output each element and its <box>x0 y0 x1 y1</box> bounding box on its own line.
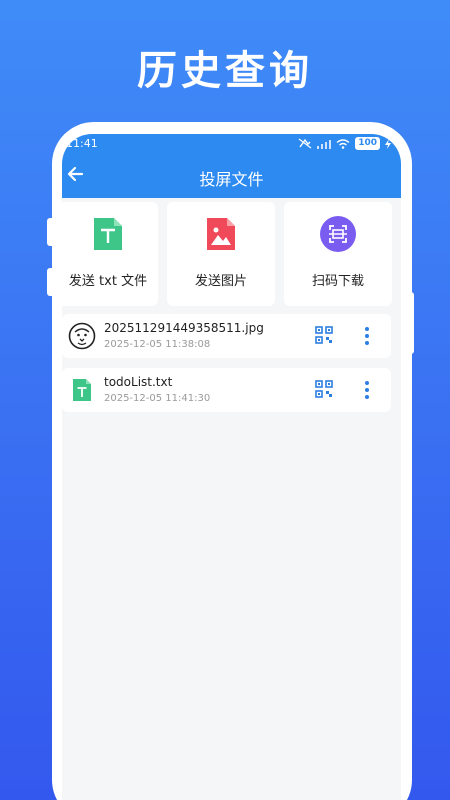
status-time: 11:41 <box>66 137 98 150</box>
scan-icon <box>320 216 356 252</box>
file-list-item[interactable]: todoList.txt 2025-12-05 11:41:30 <box>62 368 391 412</box>
more-options-icon[interactable] <box>362 326 372 346</box>
file-name: 20251129144935851​1.jpg <box>104 321 264 335</box>
scan-download-button[interactable]: 扫码下载 <box>284 202 392 306</box>
page-title: 投屏文件 <box>199 170 264 189</box>
qr-code-icon[interactable] <box>315 380 333 398</box>
send-image-button[interactable]: 发送图片 <box>167 202 275 306</box>
card-label: 扫码下载 <box>311 274 364 289</box>
txt-file-icon <box>73 379 91 401</box>
promo-title: 历史查询 <box>137 48 313 94</box>
card-label: 发送 txt 文件 <box>68 274 148 289</box>
action-cards: 发送 txt 文件 发送图片 扫码下载 <box>62 202 401 306</box>
battery-icon: 100 <box>355 137 380 150</box>
signal-icon <box>317 139 332 149</box>
file-list-item[interactable]: 20251129144935851​1.jpg 2025-12-05 11:38… <box>62 314 391 358</box>
send-txt-button[interactable]: 发送 txt 文件 <box>62 202 158 306</box>
charging-icon <box>385 138 391 149</box>
mute-icon <box>298 138 312 149</box>
wifi-icon <box>336 138 350 149</box>
more-options-icon[interactable] <box>362 380 372 400</box>
status-icons: 100 <box>298 137 391 150</box>
txt-file-icon <box>94 218 122 250</box>
qr-code-icon[interactable] <box>315 326 333 344</box>
file-date: 2025-12-05 11:38:08 <box>104 339 211 350</box>
lion-image-icon <box>68 322 96 350</box>
card-label: 发送图片 <box>194 274 247 289</box>
image-file-icon <box>207 218 235 250</box>
file-date: 2025-12-05 11:41:30 <box>104 393 211 404</box>
app-bar: 11:41 100 投屏文件 <box>62 134 401 198</box>
phone-screen: 11:41 100 投屏文件 发送 txt 文件 发送图片 扫码下载 20251… <box>62 134 401 800</box>
status-bar: 11:41 100 <box>62 134 401 154</box>
file-name: todoList.txt <box>104 375 173 389</box>
